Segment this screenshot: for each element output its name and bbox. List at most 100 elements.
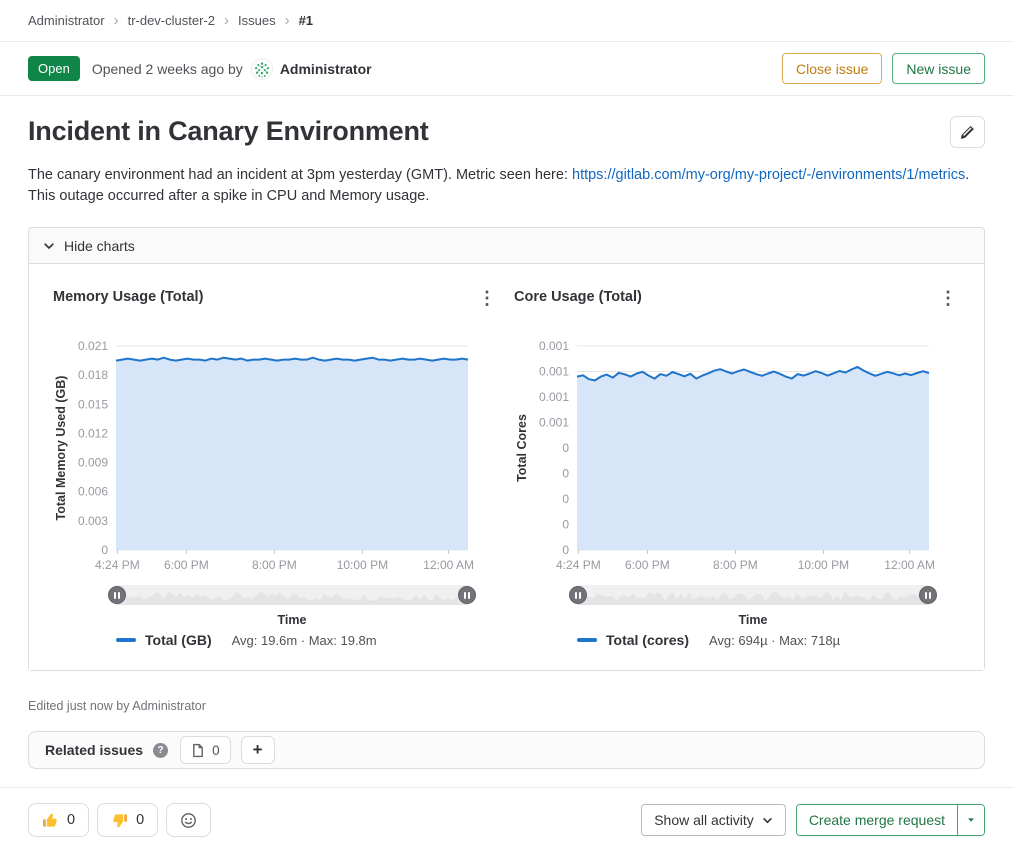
chevron-right-icon: › [285,13,290,28]
author-link[interactable]: Administrator [280,61,372,77]
svg-text:10:00 PM: 10:00 PM [798,558,849,572]
svg-text:6:00 PM: 6:00 PM [625,558,670,572]
issue-actions: Close issue New issue [782,53,985,84]
caret-down-icon [966,815,976,825]
description-text: The canary environment had an incident a… [28,167,572,183]
svg-text:8:00 PM: 8:00 PM [713,558,758,572]
chart-card-cores: Core Usage (Total) ⋮ 0.001 0.001 0.001 0.001 0… [514,286,960,648]
chart-title: Memory Usage (Total) [53,286,203,305]
svg-text:0.001: 0.001 [539,365,569,379]
svg-text:0: 0 [562,492,569,506]
edit-title-button[interactable] [950,116,985,148]
svg-text:0.021: 0.021 [78,339,108,353]
legend-line-swatch [577,638,597,642]
chart-card-header: Memory Usage (Total) ⋮ [53,286,499,310]
chevron-down-icon [43,240,55,252]
footer-bar: 0 0 [0,788,1013,837]
new-issue-button[interactable]: New issue [892,53,985,84]
chart-plot-cores: 0.0010.0010.0010.00100000Total Cores4:24… [514,310,960,576]
chart-plot-memory: 0.0210.0180.0150.0120.0090.0060.0030Tota… [53,310,499,576]
title-row: Incident in Canary Environment [0,116,1013,148]
breadcrumb-item-administrator[interactable]: Administrator [28,13,105,28]
related-issues-title: Related issues [45,742,143,758]
charts-body: Memory Usage (Total)⋮0.0210.0180.0150.01… [29,264,984,670]
svg-text:0.018: 0.018 [78,368,108,382]
svg-text:4:24 PM: 4:24 PM [556,558,601,572]
range-slider-minimap [577,585,929,605]
svg-text:0: 0 [562,467,569,481]
chart-kebab-menu-button[interactable]: ⋮ [475,286,499,310]
add-reaction-button[interactable] [166,803,211,837]
svg-text:0.001: 0.001 [539,390,569,404]
svg-text:6:00 PM: 6:00 PM [164,558,209,572]
chevron-right-icon: › [114,13,119,28]
svg-text:Total Cores: Total Cores [515,414,529,482]
chart-range-slider[interactable] [577,585,929,605]
chart-card-memory: Memory Usage (Total)⋮0.0210.0180.0150.01… [53,286,499,648]
issue-title: Incident in Canary Environment [28,116,429,147]
legend-series-name: Total (GB) [145,632,212,648]
svg-text:0.003: 0.003 [78,514,108,528]
opened-text: Opened 2 weeks ago by [92,61,243,77]
smiley-icon [180,812,197,829]
legend-series-name: Total (cores) [606,632,689,648]
related-issues-count-badge: 0 [180,736,231,764]
thumbs-down-button[interactable]: 0 [97,803,158,837]
help-icon[interactable]: ? [153,743,168,758]
svg-text:0: 0 [562,441,569,455]
issue-page: Administrator › tr-dev-cluster-2 › Issue… [0,0,1013,837]
legend-series-stats: Avg: 19.6m · Max: 19.8m [232,633,377,648]
chart-xaxis-title: Time [116,613,468,627]
metrics-link[interactable]: https://gitlab.com/my-org/my-project/-/e… [572,167,965,183]
pencil-icon [960,125,975,140]
chart-xaxis-title: Time [577,613,929,627]
svg-text:12:00 AM: 12:00 AM [884,558,935,572]
breadcrumb-item-project[interactable]: tr-dev-cluster-2 [128,13,215,28]
svg-text:0.001: 0.001 [539,339,569,353]
related-issues-count: 0 [212,743,220,758]
svg-text:12:00 AM: 12:00 AM [423,558,474,572]
activity-filter-label: Show all activity [654,812,754,828]
create-merge-request-split-button: Create merge request [796,804,985,836]
breadcrumb-item-issues[interactable]: Issues [238,13,276,28]
thumbs-up-count: 0 [67,812,75,828]
thumbs-down-count: 0 [136,812,144,828]
brush-handle-right[interactable] [919,586,937,604]
chevron-right-icon: › [224,13,229,28]
create-merge-request-caret-button[interactable] [958,805,984,835]
issue-icon [191,743,205,758]
svg-text:0.009: 0.009 [78,456,108,470]
svg-text:10:00 PM: 10:00 PM [337,558,388,572]
chart-card-header: Core Usage (Total) ⋮ [514,286,960,310]
chart-title: Core Usage (Total) [514,286,642,305]
create-merge-request-button[interactable]: Create merge request [797,805,958,835]
legend-series-toggle[interactable]: Total (cores) Avg: 694µ · Max: 718µ [577,632,960,648]
hide-charts-label: Hide charts [64,238,135,254]
svg-text:0: 0 [562,543,569,557]
thumbs-up-icon [42,812,59,829]
svg-text:0.006: 0.006 [78,485,108,499]
legend-series-toggle[interactable]: Total (GB) Avg: 19.6m · Max: 19.8m [116,632,499,648]
issue-description: The canary environment had an incident a… [0,165,1013,207]
svg-text:Total Memory Used (GB): Total Memory Used (GB) [54,376,68,521]
svg-text:0.001: 0.001 [539,416,569,430]
activity-filter-dropdown[interactable]: Show all activity [641,804,786,836]
identicon-avatar [252,59,272,80]
award-emoji-bar: 0 0 [28,803,211,837]
chart-range-slider[interactable] [116,585,468,605]
brush-handle-left[interactable] [569,586,587,604]
thumbs-up-button[interactable]: 0 [28,803,89,837]
legend-series-stats: Avg: 694µ · Max: 718µ [709,633,840,648]
legend-line-swatch [116,638,136,642]
brush-handle-right[interactable] [458,586,476,604]
avatar[interactable] [251,58,273,80]
chevron-down-icon [762,815,773,826]
hide-charts-toggle[interactable]: Hide charts [29,228,984,264]
brush-handle-left[interactable] [108,586,126,604]
chart-kebab-menu-button[interactable]: ⋮ [936,286,960,310]
charts-panel: Hide charts Memory Usage (Total) ⋮ 0.021 0.… [28,227,985,671]
status-badge: Open [28,56,80,81]
add-related-issue-button[interactable]: + [241,736,275,764]
breadcrumb-item-issue-number: #1 [299,13,313,28]
close-issue-button[interactable]: Close issue [782,53,882,84]
